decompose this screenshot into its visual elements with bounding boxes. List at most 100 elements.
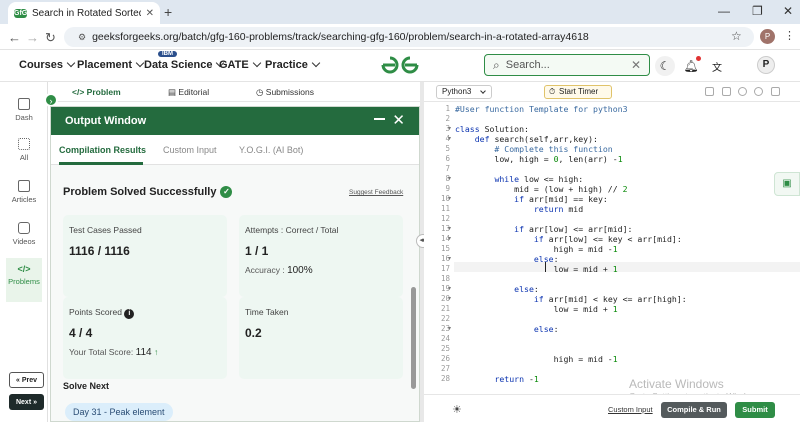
sidebar-item-articles[interactable]: Articles <box>6 180 42 222</box>
line-number: 1 <box>445 104 450 113</box>
sidebar-item-dash[interactable]: Dash <box>6 98 42 140</box>
user-avatar[interactable]: P <box>757 56 775 74</box>
code-editor[interactable]: 1 2 3 ▾ 4 ▾ 5 6 7 8 ▾ 9 10 ▾ 11 12 13 ▾ 14 ▾ 15 16 ▾ 17 18 19 ▾ 20 ▾… <box>424 102 800 394</box>
copy-icon[interactable] <box>705 87 714 96</box>
nav-practice[interactable]: Practice <box>265 58 321 71</box>
attempts-card: Attempts : Correct / Total 1 / 1 Accurac… <box>239 215 403 297</box>
sidebar-item-all[interactable]: All <box>6 138 42 180</box>
suggest-feedback-link[interactable]: Suggest Feedback <box>349 189 403 196</box>
close-output-icon[interactable]: ✕ <box>392 111 405 129</box>
line-number: 25 <box>440 344 450 353</box>
language-select[interactable]: Python3 <box>436 85 492 99</box>
collapse-panel-icon[interactable]: › <box>44 93 58 107</box>
code-line: if arr[mid] < key <= arr[high]: <box>533 294 687 304</box>
total-score-value: 114 <box>135 347 152 358</box>
grid-icon <box>18 138 30 150</box>
article-icon <box>18 180 30 192</box>
minimize-window-icon[interactable]: — <box>718 4 730 18</box>
tab-close-icon[interactable]: ✕ <box>146 8 154 19</box>
browser-profile-avatar[interactable]: P <box>760 29 775 44</box>
browser-tab[interactable]: GfG Search in Rotated Sorted Array ✕ <box>8 2 160 24</box>
clear-search-icon[interactable]: ✕ <box>631 58 641 72</box>
activate-windows-title: Activate Windows <box>629 377 724 391</box>
info-icon[interactable]: i <box>124 309 135 319</box>
line-number: 9 <box>445 184 450 193</box>
nav-gate[interactable]: GATE <box>219 58 261 71</box>
tab-title: Search in Rotated Sorted Array <box>32 7 141 19</box>
nav-placement[interactable]: Placement <box>77 58 145 71</box>
site-search-box[interactable]: ⌕ Search... ✕ <box>484 54 650 76</box>
code-line: low = mid + 1 <box>455 304 618 314</box>
arrow-up-icon: ↑ <box>153 347 159 357</box>
output-window-header: Output Window <box>51 107 419 135</box>
custom-input-link[interactable]: Custom Input <box>608 405 653 414</box>
line-number: 15 <box>440 244 450 253</box>
sidebar-item-problems[interactable]: </> Problems <box>6 258 42 302</box>
fold-arrow-icon[interactable]: ▾ <box>448 295 451 302</box>
compile-run-button[interactable]: Compile & Run <box>661 402 727 418</box>
chat-icon[interactable]: ▣ <box>774 172 800 196</box>
code-icon: </> <box>17 264 31 274</box>
site-info-icon[interactable]: ⚙ <box>78 32 86 43</box>
time-taken-card: Time Taken 0.2 <box>239 297 403 379</box>
code-line: low = mid + 1 <box>455 264 618 274</box>
fold-arrow-icon[interactable]: ▾ <box>448 325 451 332</box>
tab-editorial[interactable]: ▤ Editorial <box>168 87 209 98</box>
line-number: 22 <box>440 314 450 323</box>
time-taken-value: 0.2 <box>245 326 262 340</box>
fold-arrow-icon[interactable]: ▾ <box>448 175 451 182</box>
dark-mode-icon[interactable]: ☾ <box>655 56 675 76</box>
fold-arrow-icon[interactable]: ▾ <box>448 255 451 262</box>
new-tab-icon[interactable]: + <box>164 4 172 20</box>
compilation-results-panel: Problem Solved Successfully ✓ Suggest Fe… <box>51 165 419 421</box>
next-problem-chip[interactable]: Day 31 - Peak element <box>65 403 173 421</box>
url-field[interactable]: ⚙ geeksforgeeks.org/batch/gfg-160-proble… <box>64 27 754 47</box>
line-number: 21 <box>440 304 450 313</box>
tab-yogi-ai-bot[interactable]: Y.O.G.I. (AI Bot) <box>239 145 303 155</box>
lightbulb-icon[interactable]: ☀ <box>452 403 462 416</box>
forward-icon[interactable]: → <box>26 30 39 45</box>
reset-icon[interactable] <box>754 87 763 96</box>
nav-courses[interactable]: Courses <box>19 58 76 71</box>
next-button[interactable]: Next » <box>9 394 44 410</box>
code-line: class Solution: <box>455 124 529 134</box>
accuracy-value: 100% <box>287 265 313 276</box>
fold-arrow-icon[interactable]: ▾ <box>448 125 451 132</box>
code-line: else: <box>533 254 559 264</box>
fold-arrow-icon[interactable]: ▾ <box>448 235 451 242</box>
tab-compilation-results[interactable]: Compilation Results <box>59 145 146 155</box>
restore-window-icon[interactable]: ❐ <box>752 4 763 18</box>
back-icon[interactable]: ← <box>8 30 21 45</box>
code-line: return -1 <box>494 374 539 384</box>
minimize-output-icon[interactable] <box>374 118 385 120</box>
code-line: while low <= high: <box>494 174 584 184</box>
translate-icon[interactable]: 文 <box>707 56 727 76</box>
test-cases-card: Test Cases Passed 1116 / 1116 <box>63 215 227 297</box>
fold-arrow-icon[interactable]: ▾ <box>448 225 451 232</box>
reload-icon[interactable]: ↻ <box>45 30 56 46</box>
expand-icon[interactable] <box>771 87 780 96</box>
tab-problem[interactable]: </> Problem <box>72 87 121 97</box>
fold-arrow-icon[interactable]: ▾ <box>448 135 451 142</box>
bookmark-star-icon[interactable]: ☆ <box>731 29 742 43</box>
gfg-favicon-icon: GfG <box>14 8 28 18</box>
settings-icon[interactable] <box>738 87 747 96</box>
output-tabs: Compilation Results Custom Input Y.O.G.I… <box>51 135 419 165</box>
fullscreen-icon[interactable] <box>722 87 731 96</box>
tab-submissions[interactable]: ◷ Submissions <box>256 87 314 98</box>
line-number: 28 <box>440 374 450 383</box>
tab-custom-input[interactable]: Custom Input <box>163 145 217 155</box>
start-timer-button[interactable]: ⏱ Start Timer <box>544 85 612 99</box>
submit-button[interactable]: Submit <box>735 402 775 418</box>
fold-arrow-icon[interactable]: ▾ <box>448 285 451 292</box>
prev-button[interactable]: « Prev <box>9 372 44 388</box>
nav-data-science[interactable]: Data Science <box>144 58 225 71</box>
timer-icon: ⏱ <box>549 87 556 96</box>
fold-arrow-icon[interactable]: ▾ <box>448 195 451 202</box>
close-window-icon[interactable]: ✕ <box>783 4 793 18</box>
browser-menu-icon[interactable]: ⋮ <box>784 29 795 42</box>
output-scrollbar[interactable] <box>411 287 416 389</box>
gfg-logo[interactable] <box>380 54 420 76</box>
search-input[interactable]: Search... <box>506 59 625 71</box>
line-number: 7 <box>445 164 450 173</box>
